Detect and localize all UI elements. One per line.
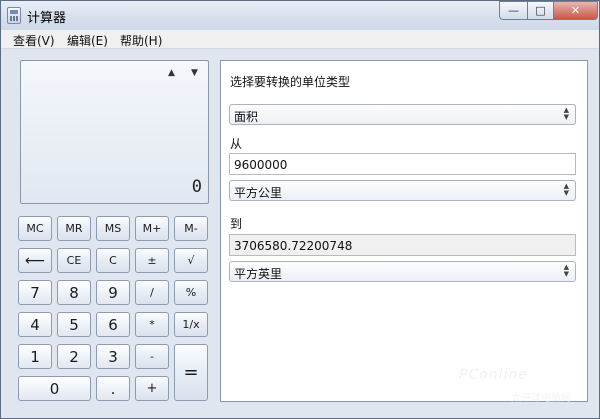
m-plus-button[interactable]: M+ (135, 216, 169, 241)
digit-4-button[interactable]: 4 (18, 312, 52, 337)
calculator-app-icon (7, 7, 21, 24)
equals-button[interactable]: = (174, 344, 208, 401)
reciprocal-button[interactable]: 1/x (174, 312, 208, 337)
digit-9-button[interactable]: 9 (96, 280, 130, 305)
from-value-text: 9600000 (234, 158, 288, 172)
watermark-logo: PConline (459, 367, 528, 383)
to-value-text: 3706580.72200748 (234, 239, 353, 253)
ce-button[interactable]: CE (57, 248, 91, 273)
menu-bar: 查看(V) 编辑(E) 帮助(H) (1, 30, 599, 49)
backspace-button[interactable]: ⟵ (18, 248, 52, 273)
spin-arrows-icon: ▲ ▼ (563, 182, 569, 197)
digit-2-button[interactable]: 2 (57, 344, 91, 369)
history-down-icon[interactable]: ▼ (191, 68, 198, 78)
sqrt-button[interactable]: √ (174, 248, 208, 273)
unit-type-select[interactable]: 面积 ▲ ▼ (229, 104, 576, 125)
minus-button[interactable]: - (135, 344, 169, 369)
spin-arrows-icon: ▲ ▼ (563, 263, 569, 278)
digit-3-button[interactable]: 3 (96, 344, 130, 369)
digit-6-button[interactable]: 6 (96, 312, 130, 337)
menu-help[interactable]: 帮助(H) (120, 32, 162, 49)
decimal-button[interactable]: . (96, 376, 130, 401)
minimize-button[interactable]: — (499, 1, 528, 20)
divide-button[interactable]: / (135, 280, 169, 305)
digit-1-button[interactable]: 1 (18, 344, 52, 369)
calculator-window: 计算器 — □ ✕ 查看(V) 编辑(E) 帮助(H) ▲ ▼ 0 MC MR … (0, 0, 600, 419)
ms-button[interactable]: MS (96, 216, 130, 241)
digit-5-button[interactable]: 5 (57, 312, 91, 337)
from-value-input[interactable]: 9600000 (229, 153, 576, 175)
unit-converter-panel: 选择要转换的单位类型 面积 ▲ ▼ 从 9600000 平方公里 ▲ ▼ 到 370… (220, 60, 588, 402)
to-unit-select[interactable]: 平方英里 ▲ ▼ (229, 261, 576, 282)
to-unit-value: 平方英里 (234, 267, 283, 281)
clear-button[interactable]: C (96, 248, 130, 273)
history-up-icon[interactable]: ▲ (168, 68, 175, 78)
spin-arrows-icon: ▲ ▼ (563, 106, 569, 121)
m-minus-button[interactable]: M- (174, 216, 208, 241)
unit-type-value: 面积 (234, 110, 259, 124)
mr-button[interactable]: MR (57, 216, 91, 241)
to-label: 到 (230, 217, 243, 231)
from-unit-value: 平方公里 (234, 186, 283, 200)
digit-0-button[interactable]: 0 (18, 376, 91, 401)
display-value: 0 (191, 177, 202, 197)
from-unit-select[interactable]: 平方公里 ▲ ▼ (229, 180, 576, 201)
digit-7-button[interactable]: 7 (18, 280, 52, 305)
menu-edit[interactable]: 编辑(E) (67, 32, 108, 49)
window-title: 计算器 (27, 11, 67, 26)
from-label: 从 (230, 137, 243, 151)
multiply-button[interactable]: * (135, 312, 169, 337)
percent-button[interactable]: % (174, 280, 208, 305)
unit-type-label: 选择要转换的单位类型 (230, 75, 351, 89)
plus-button[interactable]: + (135, 376, 169, 401)
menu-view[interactable]: 查看(V) (13, 32, 55, 49)
plus-minus-button[interactable]: ± (135, 248, 169, 273)
mc-button[interactable]: MC (18, 216, 52, 241)
watermark-subtitle: 太平洋电脑网 (511, 393, 571, 404)
digit-8-button[interactable]: 8 (57, 280, 91, 305)
calculator-display: ▲ ▼ 0 (20, 60, 209, 204)
maximize-button[interactable]: □ (527, 1, 554, 20)
title-bar[interactable]: 计算器 — □ ✕ (1, 1, 599, 30)
close-button[interactable]: ✕ (553, 1, 598, 20)
to-value-output[interactable]: 3706580.72200748 (229, 234, 576, 256)
